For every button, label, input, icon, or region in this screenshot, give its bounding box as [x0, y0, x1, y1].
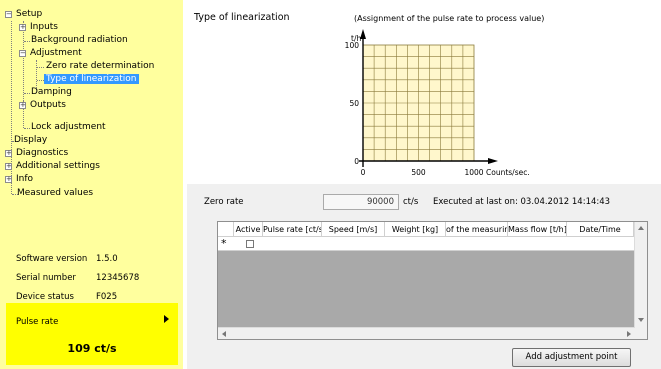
zero-rate-label: Zero rate: [204, 197, 244, 207]
add-adjustment-point-button[interactable]: Add adjustment point: [512, 348, 631, 367]
tree-item-label: Adjustment: [30, 48, 82, 58]
tree-item-type-of-linearization[interactable]: Type of linearization: [44, 73, 139, 86]
y-tick-label: 0: [354, 157, 359, 166]
tree-item-display[interactable]: Display: [14, 134, 47, 147]
column-header-speed[interactable]: Speed [m/s]: [322, 222, 385, 237]
column-header-weight[interactable]: Weight [kg]: [385, 222, 446, 237]
zero-rate-field[interactable]: 90000: [323, 194, 399, 210]
linearization-chart: 0501000 500 1000t/hCounts/sec.: [345, 29, 530, 177]
pulse-rate-box[interactable]: Pulse rate 109 ct/s: [6, 303, 178, 365]
tree-line: [37, 80, 44, 81]
expand-icon[interactable]: +: [5, 163, 12, 170]
adjustment-area: Zero rate 90000 ct/s Executed at last on…: [187, 184, 661, 369]
tree-item-label: Diagnostics: [16, 148, 69, 158]
expand-icon[interactable]: +: [19, 24, 26, 31]
tree-item-zero-rate-determination[interactable]: Zero rate determination: [46, 60, 154, 73]
scroll-down-icon[interactable]: [638, 318, 644, 322]
active-checkbox[interactable]: [246, 240, 254, 248]
row-header-corner: [218, 222, 234, 237]
pulse-rate-value: 109 ct/s: [67, 342, 117, 355]
tree-item-label: Type of linearization: [44, 74, 139, 84]
device-status-row: Device status F025: [16, 292, 117, 302]
tree-line: [37, 67, 44, 68]
tree-line: [24, 41, 30, 42]
tree-item-label: Setup: [16, 9, 43, 19]
navigation-panel: − Setup + Inputs Background radiation − …: [0, 0, 183, 369]
tree-item-inputs[interactable]: + Inputs: [19, 21, 58, 34]
x-tick-label: 1000: [464, 168, 483, 177]
tree-item-info[interactable]: + Info: [5, 173, 33, 186]
table-row-new[interactable]: *: [218, 237, 647, 251]
tree-item-label: Display: [14, 135, 48, 145]
tree-item-label: Inputs: [30, 22, 58, 32]
expand-icon[interactable]: +: [5, 150, 12, 157]
tree-item-label: Additional settings: [16, 161, 100, 171]
zero-rate-unit: ct/s: [403, 197, 419, 207]
column-header-active[interactable]: Active: [234, 222, 263, 237]
column-header-pulse-rate[interactable]: Pulse rate [ct/s]: [263, 222, 322, 237]
collapse-icon[interactable]: −: [19, 50, 26, 57]
linearization-graph-area: Type of linearization (Assignment of the…: [187, 0, 661, 184]
tree-item-label: Damping: [31, 87, 72, 97]
tree-item-additional-settings[interactable]: + Additional settings: [5, 160, 100, 173]
device-status-value: F025: [96, 292, 118, 302]
scroll-up-icon[interactable]: [638, 226, 644, 230]
executed-timestamp: Executed at last on: 03.04.2012 14:14:43: [433, 197, 611, 207]
y-axis-label: t/h: [351, 34, 361, 43]
main-panel: Type of linearization (Assignment of the…: [187, 0, 661, 369]
expand-icon[interactable]: +: [19, 102, 26, 109]
tree-item-outputs[interactable]: + Outputs: [19, 99, 66, 112]
tree-item-background-radiation[interactable]: Background radiation: [31, 34, 128, 47]
tree-item-label: Info: [16, 174, 34, 184]
pulse-rate-label: Pulse rate: [16, 317, 59, 327]
adjustment-points-table[interactable]: Active Pulse rate [ct/s] Speed [m/s] Wei…: [217, 221, 648, 340]
column-header-date-time[interactable]: Date/Time: [567, 222, 634, 237]
tree-item-label: Lock adjustment: [31, 122, 106, 132]
software-version-label: Software version: [16, 254, 88, 264]
tree-item-measured-values[interactable]: Measured values: [17, 187, 93, 200]
device-status-label: Device status: [16, 292, 74, 302]
new-row-marker: *: [221, 237, 227, 250]
software-version-row: Software version 1.5.0: [16, 254, 118, 264]
tree-item-damping[interactable]: Damping: [31, 86, 72, 99]
tree-line: [24, 128, 30, 129]
serial-number-value: 12345678: [96, 273, 140, 283]
arrow-right-icon[interactable]: [164, 315, 169, 323]
tree-item-label: Measured values: [17, 188, 94, 198]
tree-item-label: Background radiation: [31, 35, 128, 45]
tree-line: [11, 182, 12, 194]
column-header-mass-flow[interactable]: Mass flow [t/h]: [508, 222, 567, 237]
tree-item-label: Outputs: [30, 100, 66, 110]
x-axis-label: Counts/sec.: [486, 168, 530, 177]
tree-item-adjustment[interactable]: − Adjustment: [19, 47, 82, 60]
y-tick-label: 50: [349, 99, 359, 108]
serial-number-label: Serial number: [16, 273, 76, 283]
scroll-right-icon[interactable]: [627, 331, 631, 337]
table-header: Active Pulse rate [ct/s] Speed [m/s] Wei…: [218, 222, 647, 237]
horizontal-scrollbar[interactable]: [218, 327, 635, 339]
x-tick-label: 500: [411, 168, 426, 177]
tree-item-label: Zero rate determination: [46, 61, 155, 71]
tree-line: [24, 93, 30, 94]
tree-item-setup[interactable]: − Setup: [5, 8, 42, 21]
tree-item-diagnostics[interactable]: + Diagnostics: [5, 147, 68, 160]
serial-number-row: Serial number 12345678: [16, 273, 139, 283]
tree-item-lock-adjustment[interactable]: Lock adjustment: [31, 121, 106, 134]
collapse-icon[interactable]: −: [5, 11, 12, 18]
column-header-measuring[interactable]: of the measuring: [446, 222, 508, 237]
scroll-left-icon[interactable]: [222, 331, 226, 337]
x-tick-label: 0: [361, 168, 366, 177]
software-version-value: 1.5.0: [96, 254, 118, 264]
vertical-scrollbar[interactable]: [634, 222, 647, 339]
x-axis-arrow: [488, 158, 498, 164]
